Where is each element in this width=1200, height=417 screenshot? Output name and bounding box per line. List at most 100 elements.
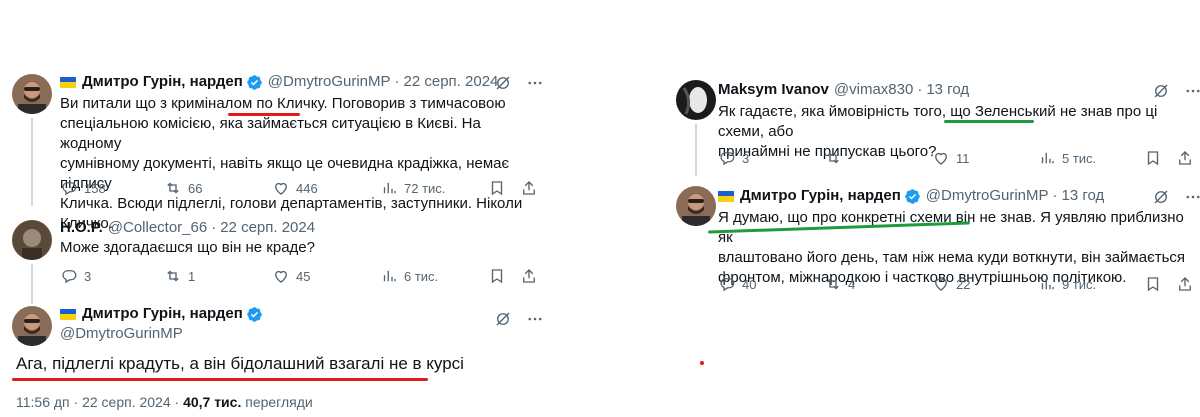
- tweet-time[interactable]: 13 год: [1062, 186, 1105, 206]
- repost-count: 66: [188, 180, 203, 196]
- tweet-header: Дмитро Гурін, нардеп @DmytroGurinMP · 22…: [60, 72, 498, 92]
- repost-button[interactable]: 4: [824, 275, 855, 293]
- author-name[interactable]: Дмитро Гурін, нардеп: [740, 186, 901, 206]
- views-icon: [383, 270, 396, 282]
- green-underline-annotation: [944, 120, 1034, 123]
- author-handle[interactable]: @DmytroGurinMP: [926, 186, 1049, 206]
- share-button[interactable]: [1176, 149, 1200, 167]
- repost-icon: [167, 270, 179, 282]
- ukraine-flag-icon: [60, 308, 76, 320]
- separator-dot: ·: [917, 81, 923, 98]
- bookmark-button[interactable]: [488, 267, 512, 285]
- author-handle[interactable]: @DmytroGurinMP: [268, 72, 391, 92]
- like-icon: [275, 270, 287, 283]
- like-icon: [935, 152, 947, 165]
- author-handle[interactable]: @DmytroGurinMP: [60, 324, 183, 344]
- more-icon[interactable]: [1184, 188, 1200, 206]
- more-icon[interactable]: [526, 310, 544, 328]
- like-button[interactable]: 22: [932, 275, 970, 293]
- grok-icon[interactable]: [1152, 82, 1170, 100]
- separator-dot: ·: [211, 219, 217, 236]
- reply-icon: [720, 152, 735, 166]
- verified-badge-icon[interactable]: [904, 188, 921, 205]
- author-name[interactable]: Maksym Ivanov: [718, 80, 829, 100]
- grok-icon[interactable]: [494, 74, 512, 92]
- verified-badge-icon[interactable]: [246, 74, 263, 91]
- reply-icon: [62, 182, 77, 196]
- bookmark-icon: [491, 181, 503, 196]
- views-button[interactable]: 72 тис.: [380, 179, 445, 197]
- separator-dot: ·: [394, 73, 400, 90]
- tweet-gurin-focused[interactable]: Дмитро Гурін, нардеп @DmytroGurinMP Ага,…: [0, 302, 545, 417]
- verified-badge-icon[interactable]: [246, 306, 263, 323]
- views-button[interactable]: 6 тис.: [380, 267, 438, 285]
- share-button[interactable]: [520, 267, 544, 285]
- like-count: 22: [956, 276, 971, 292]
- grok-icon[interactable]: [1152, 188, 1170, 206]
- repost-count: 1: [188, 268, 196, 284]
- reply-count: 40: [742, 276, 757, 292]
- tweet-time[interactable]: 22 серп. 2024: [220, 218, 315, 238]
- tweet-timestamp[interactable]: 11:56 дп · 22 серп. 2024 ·: [16, 394, 183, 410]
- more-icon[interactable]: [526, 74, 544, 92]
- reply-button[interactable]: 3: [60, 267, 91, 285]
- share-button[interactable]: [1176, 275, 1200, 293]
- tweet-text-line: Ви питали що з криміналом по Кличку. Пог…: [60, 95, 506, 112]
- tweet-header: Дмитро Гурін, нардеп: [60, 304, 263, 324]
- share-icon: [523, 269, 535, 283]
- separator-dot: ·: [1052, 187, 1058, 204]
- reply-button[interactable]: 158: [60, 179, 106, 197]
- grok-icon[interactable]: [494, 310, 512, 328]
- reply-button[interactable]: 40: [718, 275, 756, 293]
- like-button[interactable]: 446: [272, 179, 318, 197]
- avatar[interactable]: [676, 186, 716, 226]
- avatar[interactable]: [12, 220, 52, 260]
- repost-icon: [827, 278, 839, 290]
- views-button[interactable]: 9 тис.: [1038, 275, 1096, 293]
- author-name[interactable]: Дмитро Гурін, нардеп: [82, 304, 243, 324]
- tweet-nor-reply[interactable]: Н.О.Р. @Collector_66 · 22 серп. 2024 Мож…: [0, 210, 545, 304]
- reply-count: 158: [84, 180, 106, 196]
- tweet-gurin-klychko[interactable]: Дмитро Гурін, нардеп @DmytroGurinMP · 22…: [0, 60, 545, 232]
- reply-button[interactable]: 3: [718, 149, 749, 167]
- share-icon: [523, 181, 535, 195]
- red-underline-annotation: [228, 113, 300, 116]
- tweet-top-actions: [494, 310, 544, 328]
- bookmark-button[interactable]: [1144, 149, 1168, 167]
- repost-button[interactable]: 66: [164, 179, 202, 197]
- tweet-text: Ага, підлеглі крадуть, а він бідолашний …: [16, 354, 464, 373]
- author-name[interactable]: Н.О.Р.: [60, 218, 103, 238]
- like-button[interactable]: 11: [932, 149, 970, 167]
- author-handle[interactable]: @Collector_66: [108, 218, 207, 238]
- avatar[interactable]: [12, 74, 52, 114]
- avatar[interactable]: [676, 80, 716, 120]
- author-handle[interactable]: @vimax830: [834, 80, 913, 100]
- tweet-ivanov-question[interactable]: Maksym Ivanov @vimax830 · 13 год Як гада…: [668, 70, 1200, 176]
- tweet-gurin-answer[interactable]: Дмитро Гурін, нардеп @DmytroGurinMP · 13…: [668, 176, 1200, 300]
- share-button[interactable]: [520, 179, 544, 197]
- avatar[interactable]: [12, 306, 52, 346]
- views-label: перегляди: [241, 394, 313, 410]
- bookmark-button[interactable]: [1144, 275, 1168, 293]
- more-icon[interactable]: [1184, 82, 1200, 100]
- author-name[interactable]: Дмитро Гурін, нардеп: [82, 72, 243, 92]
- repost-button[interactable]: 1: [164, 267, 195, 285]
- views-button[interactable]: 5 тис.: [1038, 149, 1096, 167]
- bookmark-button[interactable]: [488, 179, 512, 197]
- like-button[interactable]: 45: [272, 267, 310, 285]
- tweet-header: Maksym Ivanov @vimax830 · 13 год: [718, 80, 969, 100]
- repost-button[interactable]: [824, 149, 848, 167]
- tweet-time[interactable]: 13 год: [926, 80, 969, 100]
- tweet-actions: 158 66 446 72 тис.: [0, 178, 545, 198]
- views-count: 5 тис.: [1062, 150, 1097, 166]
- repost-icon: [827, 152, 839, 164]
- right-thread-panel: Maksym Ivanov @vimax830 · 13 год Як гада…: [668, 70, 1200, 300]
- share-icon: [1179, 151, 1191, 165]
- tweet-time[interactable]: 22 серп. 2024: [404, 72, 499, 92]
- tweet-subheader: @DmytroGurinMP: [60, 324, 183, 344]
- bookmark-icon: [491, 269, 503, 284]
- red-underline-annotation: [12, 378, 428, 381]
- repost-icon: [167, 182, 179, 194]
- views-icon: [1041, 152, 1054, 164]
- tweet-text-line: влаштовано його день, там ніж нема куди …: [718, 249, 1186, 266]
